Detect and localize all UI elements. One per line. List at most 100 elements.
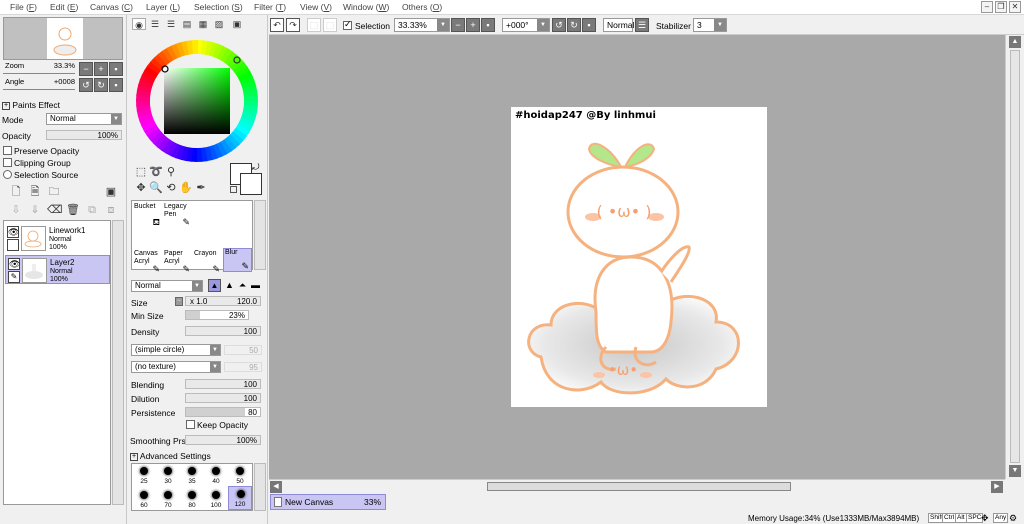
toolbar-zoom-out-icon[interactable]: − [451, 18, 465, 32]
zoom-out-icon[interactable]: − [79, 62, 93, 76]
size-minus-icon[interactable]: − [175, 297, 183, 306]
brush-texture-select[interactable]: (no texture) ▼ [131, 361, 221, 373]
clipping-group-checkbox[interactable] [3, 158, 12, 167]
edge-medium-icon[interactable]: ⏶ [236, 279, 249, 292]
rotate-tool-icon[interactable]: ⟲ [164, 181, 178, 195]
menu-view[interactable]: View (V) [300, 2, 332, 12]
tab-options-icon[interactable]: ▣ [230, 18, 244, 30]
texture-strength-bar[interactable]: 95 [224, 362, 262, 372]
density-bar[interactable]: 100 [185, 326, 261, 336]
angle-slider[interactable]: Angle +0008 [3, 77, 75, 91]
size-preset-120[interactable]: 120 [228, 486, 252, 510]
edge-flat-icon[interactable]: ▬ [249, 279, 262, 292]
scroll-right-icon[interactable]: ▶ [991, 481, 1003, 493]
zoom-fit-icon[interactable]: ▪ [109, 62, 123, 76]
menu-filter[interactable]: Filter (T) [254, 2, 286, 12]
menu-file[interactable]: File (F) [10, 2, 37, 12]
hand-icon[interactable]: ✋ [179, 181, 193, 195]
magic-wand-icon[interactable]: ⚲ [164, 165, 178, 179]
brush-size-bar[interactable]: x 1.0 120.0 [185, 296, 261, 306]
canvas-vertical-scrollbar[interactable]: ▲ ▼ [1005, 35, 1024, 479]
stabilizer-select[interactable]: 3 ▼ [693, 18, 727, 32]
edge-hard-icon[interactable]: ▲ [208, 279, 221, 292]
merge-down-icon[interactable]: ⇓ [28, 203, 42, 217]
scroll-down-icon[interactable]: ▼ [1009, 465, 1021, 477]
edge-soft-icon[interactable]: ▲ [223, 279, 236, 292]
toolbar-zoom-in-icon[interactable]: + [466, 18, 480, 32]
pen-icon[interactable]: ✎ [8, 271, 20, 283]
size-preset-25[interactable]: 25 [132, 464, 156, 488]
layer-opacity-bar[interactable]: 100% [46, 130, 122, 140]
min-size-bar[interactable]: 23% [185, 310, 249, 320]
bucket-tool[interactable]: Bucket ⛾ [133, 203, 162, 227]
zoom-slider[interactable]: Zoom 33.3% [3, 61, 75, 75]
vertical-scroll-thumb[interactable] [1010, 50, 1020, 463]
size-preset-40[interactable]: 40 [204, 464, 228, 488]
invert-selection-icon[interactable]: ⬚ [323, 18, 337, 32]
layer-row-linework1[interactable]: 👁 Linework1 Normal 100% [5, 224, 110, 253]
toolbar-rotate-left-icon[interactable]: ↺ [552, 18, 566, 32]
swatches-tab-icon[interactable]: ▦ [196, 18, 210, 30]
menu-window[interactable]: Window (W) [343, 2, 389, 12]
scroll-up-icon[interactable]: ▲ [1009, 36, 1021, 48]
flatten-icon[interactable]: ⧈ [104, 203, 118, 217]
restore-icon[interactable]: ❐ [995, 1, 1007, 13]
eyedropper-icon[interactable]: ✒ [194, 181, 208, 195]
canvas-tab[interactable]: New Canvas 33% [270, 494, 386, 510]
preserve-opacity-checkbox[interactable] [3, 146, 12, 155]
legacy-pen-tool[interactable]: Legacy Pen ✎ [163, 203, 192, 227]
paper-acryl-tool[interactable]: Paper Acryl ✎ [163, 250, 192, 274]
toolbar-rotate-reset-icon[interactable]: ▪ [582, 18, 596, 32]
flip-icon[interactable]: ☰ [635, 18, 649, 32]
menu-canvas[interactable]: Canvas (C) [90, 2, 133, 12]
rotate-right-icon[interactable]: ↻ [94, 78, 108, 92]
size-preset-60[interactable]: 60 [132, 488, 156, 512]
blur-tool[interactable]: Blur ✎ [223, 248, 252, 272]
rotation-select[interactable]: +000° ▼ [502, 18, 550, 32]
crayon-tool[interactable]: Crayon ✎ [193, 250, 222, 274]
eye-icon[interactable]: 👁 [8, 258, 20, 270]
persistence-bar[interactable]: 80 [185, 407, 261, 417]
layer-panel-options-icon[interactable]: ▣ [104, 185, 118, 199]
undo-icon[interactable]: ↶ [270, 18, 284, 32]
blending-bar[interactable]: 100 [185, 379, 261, 389]
new-linework-layer-icon[interactable]: 🗎 [28, 185, 42, 199]
rgb-slider-tab-icon[interactable]: ☰ [148, 18, 162, 30]
menu-edit[interactable]: Edit (E) [50, 2, 78, 12]
horizontal-scroll-thumb[interactable] [487, 482, 791, 491]
brush-grid-scrollbar[interactable] [254, 200, 266, 270]
swap-colors-icon[interactable]: ⤾ [252, 162, 260, 173]
layer-mode-select[interactable]: Normal ▼ [46, 113, 122, 125]
deselect-icon[interactable]: ⬚ [307, 18, 321, 32]
advanced-settings-header[interactable]: + Advanced Settings [130, 451, 211, 461]
size-preset-80[interactable]: 80 [180, 488, 204, 512]
rotate-reset-icon[interactable]: ▪ [109, 78, 123, 92]
size-preset-35[interactable]: 35 [180, 464, 204, 488]
keep-opacity-checkbox[interactable] [186, 420, 195, 429]
toolbar-zoom-reset-icon[interactable]: ▪ [481, 18, 495, 32]
layer-row-layer2[interactable]: 👁 ✎ Layer2 Normal 100% [5, 255, 110, 284]
clear-layer-icon[interactable]: ⌫ [47, 203, 63, 217]
paints-effect-header[interactable]: + Paints Effect [2, 100, 60, 110]
size-preset-70[interactable]: 70 [156, 488, 180, 512]
zoom-in-icon[interactable]: + [94, 62, 108, 76]
shape-strength-bar[interactable]: 50 [224, 345, 262, 355]
minimize-icon[interactable]: – [981, 1, 993, 13]
color-wheel-tab-icon[interactable]: ◉ [132, 18, 146, 30]
smoothing-bar[interactable]: 100% [185, 435, 261, 445]
new-folder-icon[interactable]: 🗀 [47, 185, 61, 199]
size-preset-30[interactable]: 30 [156, 464, 180, 488]
close-icon[interactable]: ✕ [1009, 1, 1021, 13]
menu-layer[interactable]: Layer (L) [146, 2, 180, 12]
lasso-icon[interactable]: ➰ [149, 165, 163, 179]
transfer-down-icon[interactable]: ⇩ [9, 203, 23, 217]
canvas-acryl-tool[interactable]: Canvas Acryl ✎ [133, 250, 162, 274]
redo-icon[interactable]: ↷ [286, 18, 300, 32]
color-mixer-tab-icon[interactable]: ▤ [180, 18, 194, 30]
scratchpad-tab-icon[interactable]: ▨ [212, 18, 226, 30]
rotate-left-icon[interactable]: ↺ [79, 78, 93, 92]
menu-others[interactable]: Others (O) [402, 2, 442, 12]
layer-list-scrollbar[interactable] [112, 220, 124, 505]
selection-checkbox[interactable]: ✓ [343, 19, 352, 30]
size-preset-50[interactable]: 50 [228, 464, 252, 488]
